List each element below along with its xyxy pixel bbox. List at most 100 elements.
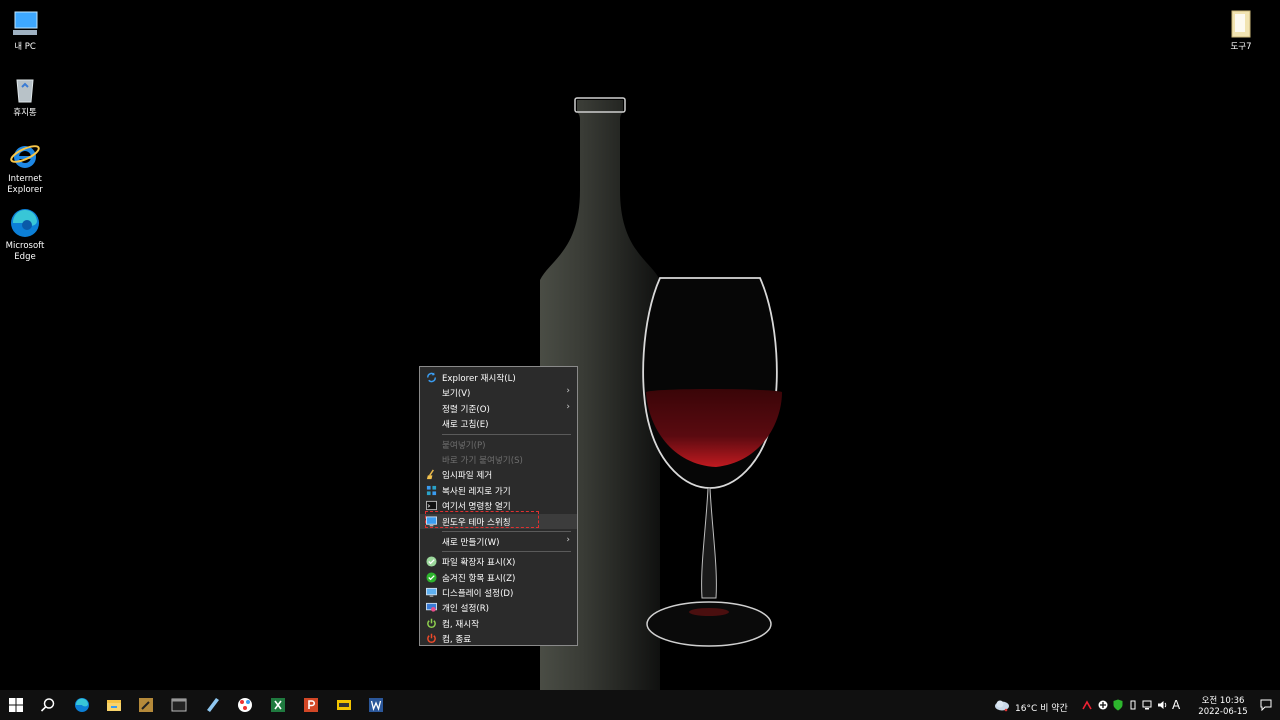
menu-item-restart-computer[interactable]: 컴, 재시작 (420, 616, 577, 631)
taskbar-hnc[interactable] (328, 690, 360, 720)
menu-item-open-command-window-here[interactable]: 여기서 명령창 열기 (420, 498, 577, 513)
broom-icon (426, 469, 434, 480)
ime-indicator[interactable]: A (1172, 698, 1180, 712)
menu-separator (442, 530, 571, 532)
power-red-icon (427, 633, 436, 644)
menu-item-display-settings[interactable]: 디스플레이 설정(D) (420, 585, 577, 600)
display-icon (426, 587, 437, 597)
menu-item-label: 보기(V) (442, 389, 471, 400)
wallpaper (540, 97, 782, 690)
taskbar: 16°C 비 약간 A 오전 10:36 2022-06-15 (0, 690, 1280, 720)
menu-item-restart-explorer[interactable]: Explorer 재시작(L) (420, 370, 577, 385)
security-shield-icon[interactable] (1113, 699, 1123, 711)
chevron-right-icon: › (566, 534, 570, 545)
taskbar-word[interactable] (360, 690, 392, 720)
desktop[interactable]: 내 PC 휴지통 Internet Explorer Microsoft Edg… (0, 0, 1280, 690)
menu-item-label: 붙여넣기(P) (442, 440, 486, 451)
monitor-icon (426, 515, 437, 526)
menu-item-personalize[interactable]: 개인 설정(R) (420, 600, 577, 615)
desktop-context-menu: Explorer 재시작(L) 보기(V) › 정렬 기준(O) › 새로 고침… (419, 366, 578, 646)
red-arrow-icon[interactable] (1082, 700, 1092, 710)
recycle-bin-icon (16, 79, 34, 103)
menu-item-label: 바로 가기 붙여넣기(S) (442, 455, 523, 466)
menu-item-label: 컴, 재시작 (442, 619, 480, 630)
desktop-icon-label: 도구7 (1230, 42, 1252, 52)
desktop-icon-microsoft-edge[interactable]: Microsoft Edge (0, 207, 52, 263)
taskbar-paint[interactable] (229, 690, 261, 720)
check-circle-green-icon (426, 572, 437, 583)
menu-separator (442, 433, 571, 435)
powerpoint-icon (304, 698, 318, 712)
taskbar-terminal[interactable] (163, 690, 195, 720)
menu-item-label: 컴, 종료 (442, 635, 472, 646)
word-icon (369, 698, 383, 712)
terminal-icon (171, 698, 187, 712)
network-shield-icon[interactable] (1098, 700, 1108, 710)
menu-item-label: 여기서 명령창 열기 (442, 502, 511, 513)
desktop-icon-label: Internet Explorer (7, 174, 43, 195)
menu-item-refresh[interactable]: 새로 고침(E) (420, 416, 577, 431)
search-icon (40, 698, 55, 712)
menu-item-label: 정렬 기준(O) (442, 404, 490, 415)
system-tray: 16°C 비 약간 A 오전 10:36 2022-06-15 (990, 690, 1280, 720)
menu-item-clean-temp-files[interactable]: 임시파일 제거 (420, 467, 577, 482)
excel-icon (271, 698, 285, 712)
menu-item-shutdown-computer[interactable]: 컴, 종료 (420, 631, 577, 646)
menu-item-show-file-extensions[interactable]: 파일 확장자 표시(X) (420, 554, 577, 569)
chevron-right-icon: › (566, 401, 570, 412)
start-icon (9, 698, 23, 712)
menu-item-label: 파일 확장자 표시(X) (442, 558, 516, 569)
menu-item-show-hidden-items[interactable]: 숨겨진 항목 표시(Z) (420, 570, 577, 585)
volume-icon[interactable] (1157, 700, 1169, 710)
menu-item-view[interactable]: 보기(V) › (420, 385, 577, 400)
menu-item-label: 새로 고침(E) (442, 420, 489, 431)
usb-icon[interactable] (1128, 700, 1138, 710)
edge-icon (75, 698, 89, 712)
search-button[interactable] (32, 690, 64, 720)
menu-item-paste-shortcut: 바로 가기 붙여넣기(S) (420, 452, 577, 467)
desktop-icon-label: Microsoft Edge (5, 241, 45, 262)
registry-icon (426, 485, 437, 495)
chevron-right-icon: › (566, 386, 570, 397)
notification-icon[interactable] (1260, 699, 1272, 711)
taskbar-excel[interactable] (262, 690, 294, 720)
weather-cloud-icon[interactable] (994, 699, 1010, 712)
menu-item-label: Explorer 재시작(L) (442, 374, 516, 384)
tool-icon (139, 698, 153, 712)
menu-item-label: 개인 설정(R) (442, 604, 490, 615)
menu-item-label: 복사된 레지로 가기 (442, 486, 511, 497)
start-button[interactable] (0, 690, 32, 720)
folder-icon (1231, 10, 1251, 38)
file-explorer-icon (107, 700, 121, 711)
menu-item-windows-theme-switching[interactable]: 윈도우 테마 스위칭 (420, 513, 577, 529)
menu-item-label: 임시파일 제거 (442, 471, 493, 482)
notepad-icon (207, 698, 219, 712)
menu-item-paste: 붙여넣기(P) (420, 437, 577, 452)
taskbar-file-explorer[interactable] (98, 690, 130, 720)
internet-explorer-icon (10, 145, 40, 168)
network-icon[interactable] (1142, 700, 1154, 710)
desktop-icon-internet-explorer[interactable]: Internet Explorer (0, 140, 52, 196)
desktop-icon-recycle-bin[interactable]: 휴지통 (0, 74, 52, 119)
menu-item-new[interactable]: 새로 만들기(W) › (420, 534, 577, 549)
personalize-icon (426, 603, 437, 613)
taskbar-tool[interactable] (130, 690, 162, 720)
refresh-icon (427, 372, 436, 383)
menu-item-go-to-copied-registry[interactable]: 복사된 레지로 가기 (420, 483, 577, 498)
menu-item-label: 새로 만들기(W) (442, 537, 500, 548)
hnc-icon (337, 700, 351, 710)
desktop-icon-this-pc[interactable]: 내 PC (0, 8, 52, 53)
taskbar-edge[interactable] (66, 690, 98, 720)
paint-icon (238, 698, 252, 712)
check-circle-icon (426, 556, 437, 567)
cmd-icon (426, 501, 437, 511)
taskbar-powerpoint[interactable] (295, 690, 327, 720)
power-green-icon (427, 618, 436, 628)
taskbar-notepad[interactable] (196, 690, 228, 720)
menu-item-sort-by[interactable]: 정렬 기준(O) › (420, 401, 577, 416)
weather-text[interactable]: 16°C 비 약간 (1015, 701, 1068, 714)
menu-separator (442, 551, 571, 553)
clock-time[interactable]: 오전 10:36 (1193, 694, 1253, 706)
clock-date[interactable]: 2022-06-15 (1193, 707, 1253, 717)
desktop-icon-folder[interactable]: 도구7 (1214, 8, 1268, 53)
